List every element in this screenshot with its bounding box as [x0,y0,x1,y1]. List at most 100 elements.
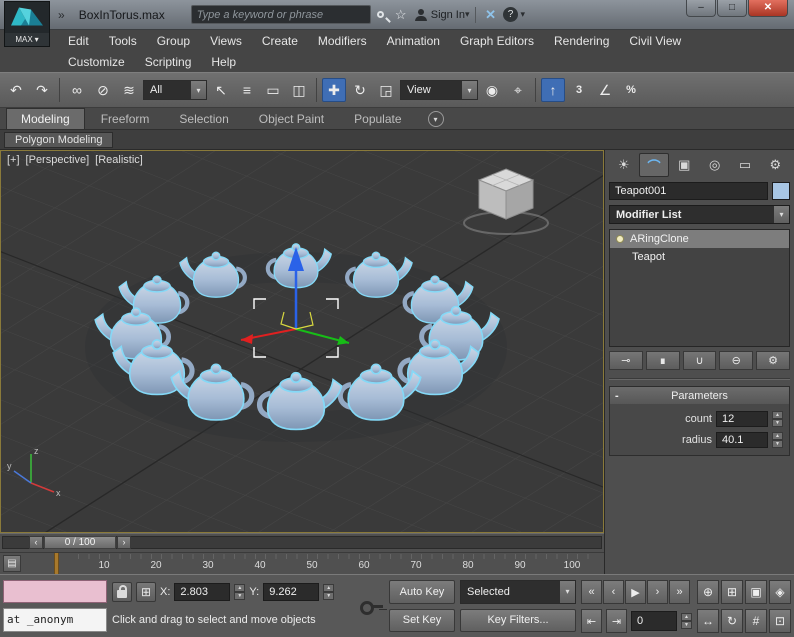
keyboard-shortcut-override-icon[interactable]: ↑ [541,78,565,102]
ribbon-tab-freeform[interactable]: Freeform [87,109,164,129]
snaps-toggle-icon[interactable]: 3 [567,78,591,102]
sign-in-label[interactable]: Sign In [431,9,465,21]
menu-scripting[interactable]: Scripting [135,53,202,71]
select-and-scale-icon[interactable]: ◲ [374,78,398,102]
object-color-swatch[interactable] [772,182,790,200]
time-slider-prev-icon[interactable]: ‹ [29,536,43,549]
modifier-list-dropdown-icon[interactable]: ▾ [774,206,789,223]
mini-curve-editor-icon[interactable]: ▤ [3,555,21,572]
menu-modifiers[interactable]: Modifiers [308,32,377,50]
viewport-general-menu[interactable]: [+] [7,154,20,166]
search-icon[interactable] [371,5,391,25]
ribbon-tab-modeling[interactable]: Modeling [6,108,85,129]
menu-group[interactable]: Group [147,32,200,50]
go-to-start-icon[interactable]: « [581,580,602,604]
modifier-enabled-bulb-icon[interactable] [616,235,624,243]
make-unique-icon[interactable]: ∪ [682,351,717,370]
selection-set-dropdown-icon[interactable]: ▾ [560,581,575,603]
current-frame-spinner[interactable]: ▲ ▼ [681,613,692,629]
count-field[interactable]: 12 [716,411,768,427]
maximize-viewport-toggle-icon[interactable]: ⊡ [769,609,791,633]
y-coord-field[interactable]: 9.262 [263,582,320,601]
menu-tools[interactable]: Tools [99,32,147,50]
x-coord-spinner[interactable]: ▲ ▼ [234,583,246,600]
ribbon-tab-object-paint[interactable]: Object Paint [245,109,338,129]
configure-modifier-sets-icon[interactable]: ⚙ [756,351,790,370]
exchange-apps-icon[interactable]: ✕ [481,5,501,25]
set-keys-icon[interactable] [359,580,384,632]
display-tab-icon[interactable]: ▭ [730,153,759,177]
object-name-field[interactable]: Teapot001 [609,182,768,200]
select-and-rotate-icon[interactable]: ↻ [348,78,372,102]
ribbon-tab-selection[interactable]: Selection [165,109,242,129]
frame-0-marker[interactable] [54,553,59,574]
select-object-icon[interactable]: ↖ [209,78,233,102]
menu-views[interactable]: Views [200,32,252,50]
viewport-canvas[interactable]: z x y [0,92,794,637]
pin-stack-icon[interactable]: ⊸ [609,351,643,370]
bind-to-spacewarp-icon[interactable]: ≋ [117,78,141,102]
use-pivot-center-icon[interactable]: ◉ [480,78,504,102]
polygon-modeling-panel[interactable]: Polygon Modeling [4,131,114,148]
viewport-shading-menu[interactable]: [Realistic] [95,154,143,166]
zoom-all-icon[interactable]: ⊞ [721,580,743,604]
go-to-end-icon[interactable]: » [669,580,690,604]
parameters-rollout-header[interactable]: - Parameters [610,387,789,404]
select-and-move-icon[interactable]: ✚ [322,78,346,102]
viewport-pov-menu[interactable]: [Perspective] [26,154,90,166]
selection-filter-dropdown[interactable]: All ▾ [143,80,207,100]
select-by-name-icon[interactable]: ≡ [235,78,259,102]
application-menu-button[interactable]: MAX ▾ [4,1,50,47]
count-spinner[interactable]: ▲ ▼ [772,411,783,427]
radius-spinner[interactable]: ▲ ▼ [772,432,783,448]
select-and-link-icon[interactable]: ∞ [65,78,89,102]
menu-graph-editors[interactable]: Graph Editors [450,32,544,50]
perspective-viewport[interactable]: [+] [Perspective] [Realistic] z x y [0,92,794,637]
modify-tab-icon[interactable]: ⌒ [647,156,660,175]
quick-access-overflow-icon[interactable]: » [58,8,65,22]
time-slider-handle[interactable]: 0 / 100 [44,536,116,549]
select-and-manipulate-icon[interactable]: ⌖ [506,78,530,102]
menu-help[interactable]: Help [201,53,246,71]
modifier-list-dropdown[interactable]: Modifier List ▾ [609,205,790,224]
menu-civil-view[interactable]: Civil View [619,32,691,50]
ribbon-minimize-icon[interactable]: ▾ [427,111,444,127]
show-end-result-icon[interactable]: ∎ [645,351,680,370]
menu-rendering[interactable]: Rendering [544,32,619,50]
maximize-button[interactable]: □ [717,0,747,17]
rollout-collapse-icon[interactable]: - [615,390,619,402]
track-bar[interactable]: ▤ 10 20 30 40 50 60 70 80 90 100 [0,552,604,574]
search-input[interactable] [196,8,365,21]
previous-key-icon[interactable]: ⇤ [581,609,602,633]
set-key-button[interactable]: Set Key [389,608,455,632]
selection-lock-icon[interactable] [112,581,132,602]
time-slider-next-icon[interactable]: › [117,536,131,549]
favorites-star-icon[interactable]: ☆ [391,5,411,25]
angle-snap-icon[interactable]: ∠ [593,78,617,102]
motion-tab-icon[interactable]: ◎ [700,153,729,177]
coordsys-dropdown-icon[interactable]: ▾ [462,81,477,99]
play-icon[interactable]: ▶ [625,580,646,604]
percent-snap-icon[interactable]: % [619,78,643,102]
orbit-icon[interactable]: ↻ [721,609,743,633]
window-crossing-toggle-icon[interactable]: ◫ [287,78,311,102]
minimize-button[interactable]: – [686,0,716,17]
ribbon-tab-populate[interactable]: Populate [340,109,415,129]
reference-coordinate-system-dropdown[interactable]: View ▾ [400,80,478,100]
user-icon[interactable] [411,5,431,25]
y-coord-spinner[interactable]: ▲ ▼ [323,583,335,600]
sign-in-dropdown-icon[interactable]: ▾ [465,9,470,20]
auto-key-button[interactable]: Auto Key [389,580,455,604]
current-frame-field[interactable]: 0 [631,611,677,631]
utilities-tab-icon[interactable]: ⚙ [761,153,790,177]
previous-frame-icon[interactable]: ‹ [603,580,624,604]
next-frame-icon[interactable]: › [647,580,668,604]
remove-modifier-icon[interactable]: ⊖ [719,351,754,370]
hierarchy-tab-icon[interactable]: ▣ [670,153,699,177]
menu-animation[interactable]: Animation [377,32,450,50]
zoom-icon[interactable]: ⊕ [697,580,719,604]
unlink-selection-icon[interactable]: ⊘ [91,78,115,102]
menu-edit[interactable]: Edit [58,32,99,50]
pan-icon[interactable]: ↔ [697,609,719,633]
menu-customize[interactable]: Customize [58,53,135,71]
